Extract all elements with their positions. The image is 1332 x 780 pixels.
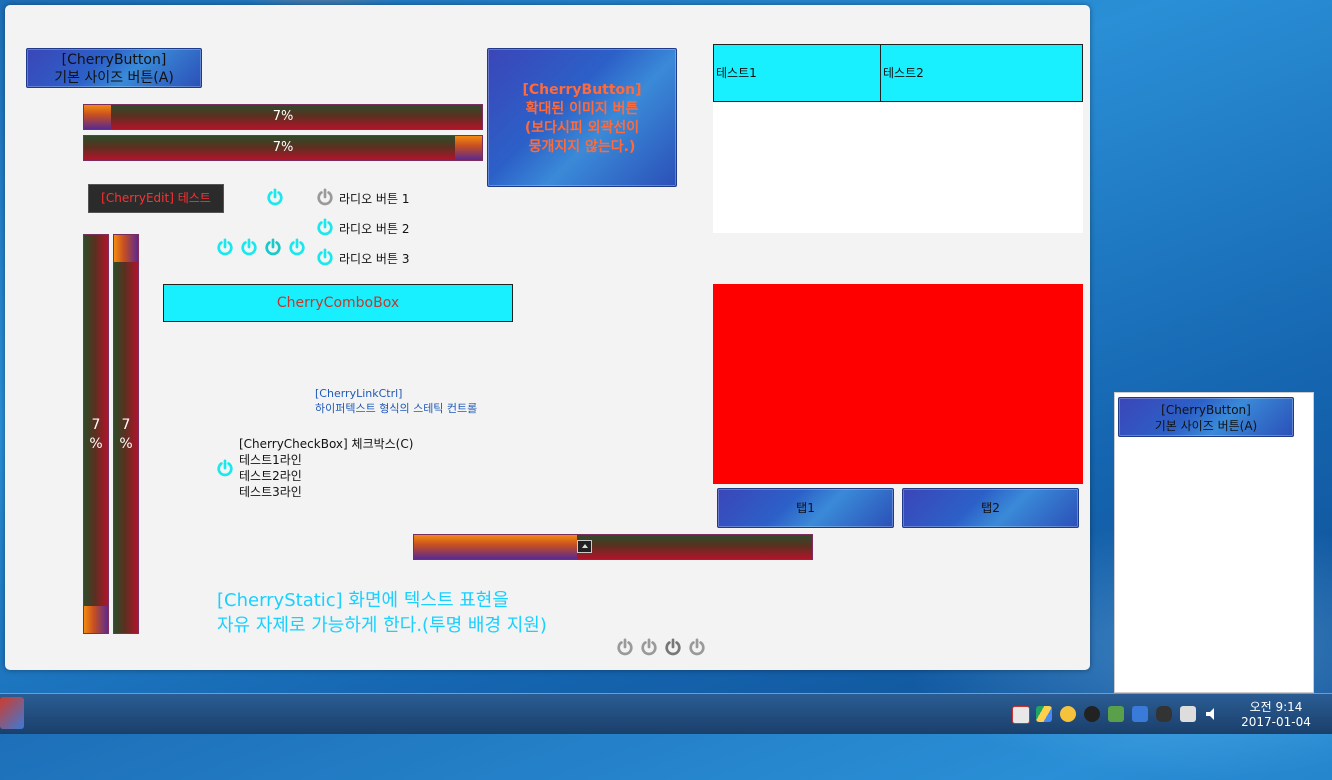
power-toggle-icon[interactable]	[266, 188, 284, 206]
radio-3-icon[interactable]	[316, 248, 334, 266]
radio-3-label[interactable]: 라디오 버튼 3	[339, 250, 409, 267]
power-toggle-icon[interactable]	[688, 638, 706, 656]
side-window: [CherryButton] 기본 사이즈 버튼(A)	[1114, 392, 1314, 693]
column-header[interactable]: 테스트2	[883, 45, 1073, 101]
progress-fill	[84, 606, 108, 633]
vertical-progress-bar-1: 7 %	[83, 234, 109, 634]
tab-1-label: 탭1	[796, 501, 815, 515]
radio-2-label[interactable]: 라디오 버튼 2	[339, 220, 409, 237]
tab-2-label: 탭2	[981, 501, 1000, 515]
progress-label: 7%	[272, 140, 294, 155]
basic-size-button[interactable]: [CherryButton] 기본 사이즈 버튼(A)	[26, 48, 202, 88]
radio-2-icon[interactable]	[316, 218, 334, 236]
clock-date[interactable]: 2017-01-04	[1232, 715, 1320, 729]
vertical-progress-bar-2: 7 %	[113, 234, 139, 634]
tab-1[interactable]: 탭1	[717, 488, 894, 528]
progress-label: 7%	[272, 109, 294, 124]
power-toggle-icon[interactable]	[616, 638, 634, 656]
cherry-link-control[interactable]: [CherryLinkCtrl] 하이퍼텍스트 형식의 스테틱 컨트롤	[315, 386, 477, 416]
clock-time[interactable]: 오전 9:14	[1236, 698, 1316, 715]
power-toggle-icon[interactable]	[240, 238, 258, 256]
tab-2[interactable]: 탭2	[902, 488, 1079, 528]
progress-fill	[84, 105, 111, 129]
slider-thumb[interactable]	[577, 540, 592, 553]
progress-fill	[114, 235, 138, 262]
column-header[interactable]: 테스트1	[716, 45, 881, 101]
visual-studio-icon[interactable]	[1132, 706, 1148, 722]
volume-icon[interactable]	[1204, 706, 1220, 722]
start-button-icon[interactable]	[0, 697, 24, 729]
google-drive-icon[interactable]	[1036, 706, 1052, 722]
horizontal-slider[interactable]	[413, 534, 813, 560]
side-basic-size-button[interactable]: [CherryButton] 기본 사이즈 버튼(A)	[1118, 397, 1294, 437]
chat-icon[interactable]	[1156, 706, 1172, 722]
horizontal-progress-bar-1: 7%	[83, 104, 483, 130]
enlarged-image-button[interactable]: [CherryButton] 확대된 이미지 버튼 (보다시피 외곽선이 뭉개지…	[487, 48, 677, 187]
progress-label: 7 %	[89, 417, 103, 452]
list-control[interactable]: 테스트1 테스트2	[713, 44, 1083, 233]
progress-label: 7 %	[119, 417, 133, 452]
security-icon[interactable]	[1108, 706, 1124, 722]
progress-fill	[455, 136, 482, 160]
cherry-combobox[interactable]: CherryComboBox	[163, 284, 513, 322]
cherry-edit-field[interactable]: [CherryEdit] 테스트	[88, 184, 224, 213]
radio-1-label[interactable]: 라디오 버튼 1	[339, 190, 409, 207]
power-toggle-icon[interactable]	[640, 638, 658, 656]
slider-fill	[414, 535, 577, 559]
horizontal-progress-bar-2: 7%	[83, 135, 483, 161]
power-toggle-icon[interactable]	[216, 238, 234, 256]
main-window: [CherryButton] 기본 사이즈 버튼(A) 7% 7% [Cherr…	[5, 5, 1090, 670]
power-toggle-icon[interactable]	[664, 638, 682, 656]
checkbox-label[interactable]: [CherryCheckBox] 체크박스(C) 테스트1라인 테스트2라인 테…	[239, 436, 413, 500]
tray-app-icon[interactable]	[1012, 706, 1030, 724]
checkbox-icon[interactable]	[216, 459, 234, 477]
messenger-icon[interactable]	[1060, 706, 1076, 722]
power-toggle-icon[interactable]	[288, 238, 306, 256]
power-toggle-icon[interactable]	[264, 238, 282, 256]
qq-icon[interactable]	[1084, 706, 1100, 722]
tab-content-panel	[713, 284, 1083, 484]
cherry-static-text: [CherryStatic] 화면에 텍스트 표현을 자유 자제로 가능하게 한…	[217, 590, 547, 636]
list-header: 테스트1 테스트2	[713, 44, 1083, 102]
network-icon[interactable]	[1180, 706, 1196, 722]
radio-1-icon[interactable]	[316, 188, 334, 206]
